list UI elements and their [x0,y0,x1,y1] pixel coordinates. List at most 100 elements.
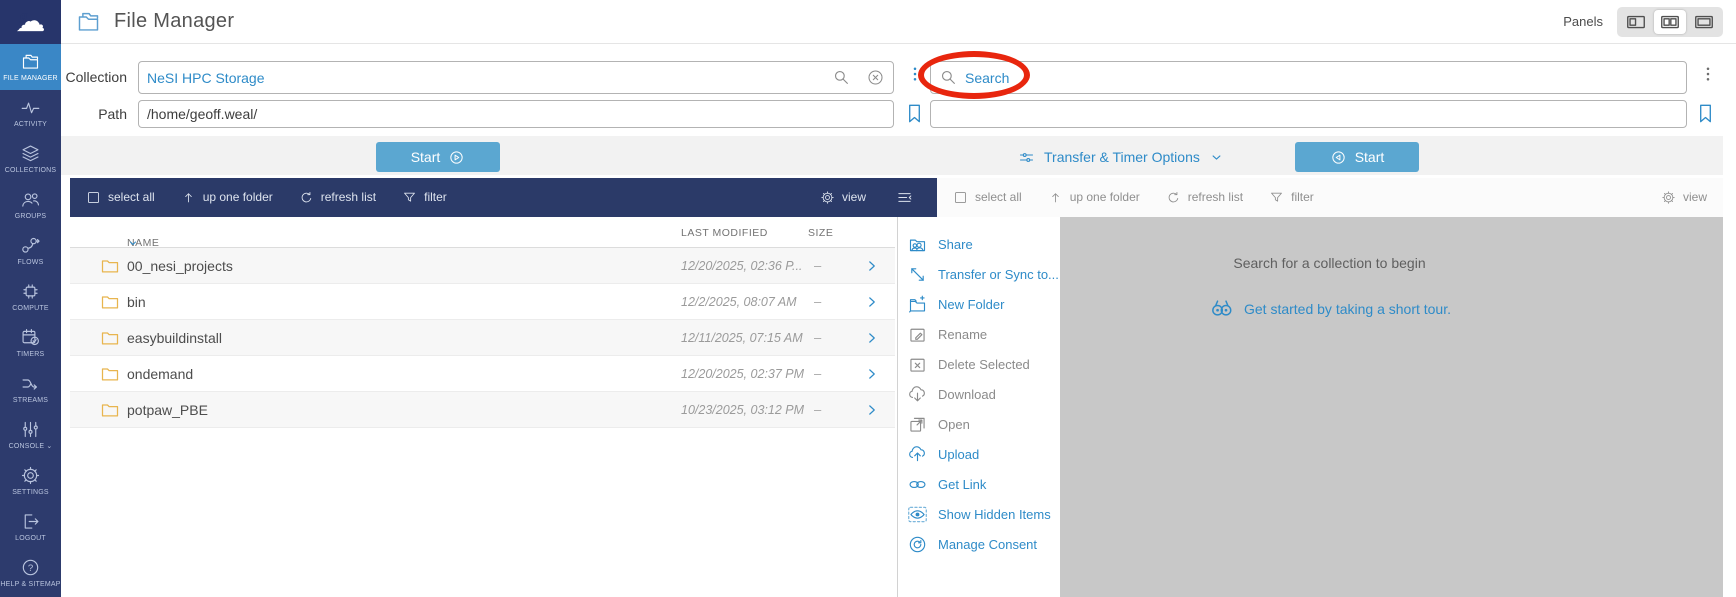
app-root: ☁ g File Manager Panels FILE MANAGER ACTI… [0,0,1736,597]
path-field[interactable] [138,100,894,128]
start-transfer-right-button[interactable]: Start [1295,142,1419,172]
sidebar-item-file-manager[interactable]: FILE MANAGER [0,44,61,90]
refresh-list-button-right[interactable]: refresh list [1166,190,1243,205]
gear-icon [1661,190,1676,205]
menu-item-manage-consent[interactable]: Manage Consent [907,529,1060,559]
select-all-button-right[interactable]: select all [953,190,1022,205]
table-row[interactable]: easybuildinstall 12/11/2025, 07:15 AM – [70,320,895,356]
filter-button[interactable]: filter [402,190,447,205]
help-icon: ? [20,557,41,578]
menu-item-transfer-or-sync-to[interactable]: Transfer or Sync to... [907,259,1060,289]
sidebar-item-timers[interactable]: TIMERS [0,320,61,366]
tour-link-label: Get started by taking a short tour. [1244,300,1451,317]
timers-icon [20,327,41,348]
menu-item-open[interactable]: Open [907,409,1060,439]
chevron-right-icon[interactable] [863,365,881,383]
select-all-button[interactable]: select all [86,190,155,205]
column-header-size[interactable]: SIZE [808,227,833,239]
menu-item-share[interactable]: Share [907,229,1060,259]
checkbox-icon [86,190,101,205]
table-row[interactable]: bin 12/2/2025, 08:07 AM – [70,284,895,320]
file-size: – [814,294,822,309]
play-circle-left-icon [1330,148,1347,166]
delete-icon [907,354,928,375]
empty-state-text: Search for a collection to begin [1233,255,1426,271]
sidebar-item-settings[interactable]: SETTINGS [0,458,61,504]
bookmark-icon[interactable] [903,102,926,125]
sidebar-item-label: FILE MANAGER [3,75,58,83]
streams-icon [20,373,41,394]
sidebar-item-console[interactable]: CONSOLE ⌄ [0,412,61,458]
file-name: easybuildinstall [127,330,222,346]
collapse-menu-button[interactable] [896,189,913,206]
collection-search-input-right[interactable] [965,69,1678,86]
chevron-down-icon [1209,149,1224,166]
panel-layout-single-button[interactable] [1688,10,1720,34]
path-field-right[interactable] [930,100,1687,128]
last-modified: 12/11/2025, 07:15 AM [681,331,803,345]
collection-input[interactable] [147,69,832,86]
bookmark-icon-right[interactable] [1694,102,1717,125]
chevron-right-icon[interactable] [863,293,881,311]
transfer-timer-options-toggle[interactable]: Transfer & Timer Options [1018,142,1224,172]
file-size: – [814,366,822,381]
sidebar-item-flows[interactable]: FLOWS [0,228,61,274]
search-icon[interactable] [832,68,850,86]
last-modified: 10/23/2025, 03:12 PM [681,403,805,417]
collection-field[interactable] [138,61,894,94]
table-row[interactable]: 00_nesi_projects 12/20/2025, 02:36 P... – [70,248,895,284]
menu-item-rename[interactable]: Rename [907,319,1060,349]
menu-item-delete-selected[interactable]: Delete Selected [907,349,1060,379]
start-transfer-left-button[interactable]: Start [376,142,500,172]
transfer-icon [907,264,928,285]
clear-collection-icon[interactable] [866,68,885,87]
menu-item-new-folder[interactable]: New Folder [907,289,1060,319]
menu-item-label: Share [938,236,973,252]
chevron-right-icon[interactable] [863,329,881,347]
sidebar-item-label: FLOWS [17,259,44,267]
refresh-list-button[interactable]: refresh list [299,190,376,205]
path-input-right[interactable] [939,106,1678,122]
sidebar-item-compute[interactable]: COMPUTE [0,274,61,320]
file-name: ondemand [127,366,194,382]
last-modified: 12/20/2025, 02:36 P... [681,259,803,273]
sidebar-item-label: LOGOUT [15,535,46,543]
up-one-folder-button[interactable]: up one folder [181,190,273,205]
menu-item-show-hidden-items[interactable]: Show Hidden Items [907,499,1060,529]
sidebar-item-activity[interactable]: ACTIVITY [0,90,61,136]
sidebar-item-help-sitemap[interactable]: ? HELP & SITEMAP [0,550,61,596]
sidebar-item-logout[interactable]: LOGOUT [0,504,61,550]
up-one-folder-button-right[interactable]: up one folder [1048,190,1140,205]
collection-search-field-right[interactable] [930,61,1687,94]
filter-button-right[interactable]: filter [1269,190,1314,205]
sidebar-item-label: COMPUTE [12,305,49,313]
view-settings-button[interactable]: view [820,190,866,205]
menu-item-get-link[interactable]: Get Link [907,469,1060,499]
search-icon [939,68,957,86]
left-panel-toolbar: select all up one folder refresh list fi… [70,178,937,217]
collection-label: Collection [65,69,127,85]
tour-link[interactable]: Get started by taking a short tour. [1060,295,1723,322]
panel-layout-split-button[interactable] [1654,9,1686,34]
view-settings-button-right[interactable]: view [1661,190,1707,205]
menu-item-upload[interactable]: Upload [907,439,1060,469]
chevron-right-icon[interactable] [863,401,881,419]
sidebar-item-streams[interactable]: STREAMS [0,366,61,412]
table-row[interactable]: ondemand 12/20/2025, 02:37 PM – [70,356,895,392]
column-header-last-modified[interactable]: LAST MODIFIED [681,227,768,239]
panels-label: Panels [1563,14,1603,29]
new-folder-icon [907,294,928,315]
panel-layout-left-button[interactable] [1620,10,1652,34]
table-row[interactable]: potpaw_PBE 10/23/2025, 03:12 PM – [70,392,895,428]
menu-item-download[interactable]: Download [907,379,1060,409]
chevron-right-icon[interactable] [863,257,881,275]
collection-options-menu-icon[interactable] [906,65,924,89]
sidebar-item-collections[interactable]: COLLECTIONS [0,136,61,182]
tour-icon [1208,295,1235,322]
collection-options-menu-icon-right[interactable] [1699,65,1717,89]
globus-logo[interactable]: ☁ g [0,0,61,44]
sidebar-item-label: GROUPS [14,213,47,221]
sidebar-item-groups[interactable]: GROUPS [0,182,61,228]
sidebar-item-label: SETTINGS [12,489,49,497]
path-input[interactable] [147,106,885,122]
